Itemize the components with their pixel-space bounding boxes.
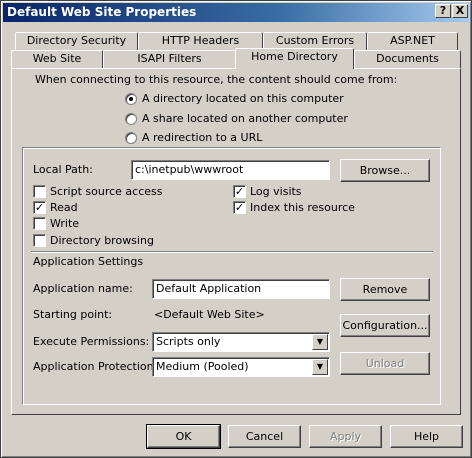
- execute-permissions-select[interactable]: Scripts only ▼: [152, 332, 330, 352]
- application-name-input[interactable]: Default Application: [152, 279, 330, 299]
- read-label[interactable]: Read: [50, 201, 78, 215]
- ok-button[interactable]: OK: [146, 424, 221, 449]
- help-button[interactable]: Help: [390, 425, 463, 448]
- log-visits-label[interactable]: Log visits: [250, 185, 302, 199]
- execute-permissions-value: Scripts only: [156, 335, 221, 348]
- index-resource-label[interactable]: Index this resource: [250, 201, 355, 215]
- window-title: Default Web Site Properties: [7, 5, 197, 19]
- local-path-label: Local Path:: [33, 163, 93, 176]
- dropdown-arrow-icon[interactable]: ▼: [312, 334, 328, 350]
- application-protection-value: Medium (Pooled): [156, 360, 249, 373]
- write-label[interactable]: Write: [50, 217, 79, 231]
- unload-button[interactable]: Unload: [340, 352, 430, 375]
- radio-network-share[interactable]: [125, 113, 137, 125]
- tab-asp-net[interactable]: ASP.NET: [367, 32, 458, 50]
- tab-isapi-filters[interactable]: ISAPI Filters: [103, 50, 236, 68]
- application-protection-label: Application Protection:: [33, 360, 158, 373]
- dropdown-arrow-icon[interactable]: ▼: [312, 359, 328, 375]
- application-protection-select[interactable]: Medium (Pooled) ▼: [152, 357, 330, 377]
- index-resource-checkbox[interactable]: ✓: [233, 201, 246, 214]
- directory-browsing-label[interactable]: Directory browsing: [50, 234, 154, 248]
- apply-button[interactable]: Apply: [309, 425, 382, 448]
- starting-point-value: <Default Web Site>: [154, 308, 265, 321]
- help-title-button[interactable]: ?: [435, 4, 451, 18]
- browse-button[interactable]: Browse...: [340, 159, 430, 182]
- close-title-button[interactable]: X: [452, 4, 468, 18]
- remove-button[interactable]: Remove: [340, 278, 430, 301]
- application-name-label: Application name:: [33, 282, 133, 295]
- tab-documents[interactable]: Documents: [354, 50, 461, 68]
- local-path-input[interactable]: c:\inetpub\wwwroot: [131, 160, 330, 180]
- content-source-prompt: When connecting to this resource, the co…: [35, 73, 398, 86]
- log-visits-checkbox[interactable]: ✓: [233, 185, 246, 198]
- properties-dialog: Default Web Site Properties ? X Director…: [0, 0, 472, 458]
- radio-local-directory[interactable]: [125, 93, 137, 105]
- radio-url-redirect[interactable]: [125, 132, 137, 144]
- application-settings-heading: Application Settings: [33, 255, 144, 268]
- read-checkbox[interactable]: ✓: [33, 201, 46, 214]
- tab-home-directory[interactable]: Home Directory: [235, 48, 354, 69]
- configuration-button[interactable]: Configuration...: [340, 314, 430, 337]
- tab-web-site[interactable]: Web Site: [11, 50, 103, 68]
- directory-browsing-checkbox[interactable]: [33, 234, 46, 247]
- tab-directory-security[interactable]: Directory Security: [15, 32, 138, 50]
- starting-point-label: Starting point:: [33, 308, 113, 321]
- script-source-access-checkbox[interactable]: [33, 185, 46, 198]
- title-bar[interactable]: Default Web Site Properties: [3, 3, 469, 22]
- cancel-button[interactable]: Cancel: [228, 425, 301, 448]
- radio-network-share-label[interactable]: A share located on another computer: [142, 112, 348, 126]
- script-source-access-label[interactable]: Script source access: [50, 185, 163, 199]
- radio-url-redirect-label[interactable]: A redirection to a URL: [142, 131, 262, 145]
- execute-permissions-label: Execute Permissions:: [33, 335, 150, 348]
- write-checkbox[interactable]: [33, 217, 46, 230]
- group-separator: [31, 251, 433, 253]
- radio-local-directory-label[interactable]: A directory located on this computer: [142, 92, 344, 106]
